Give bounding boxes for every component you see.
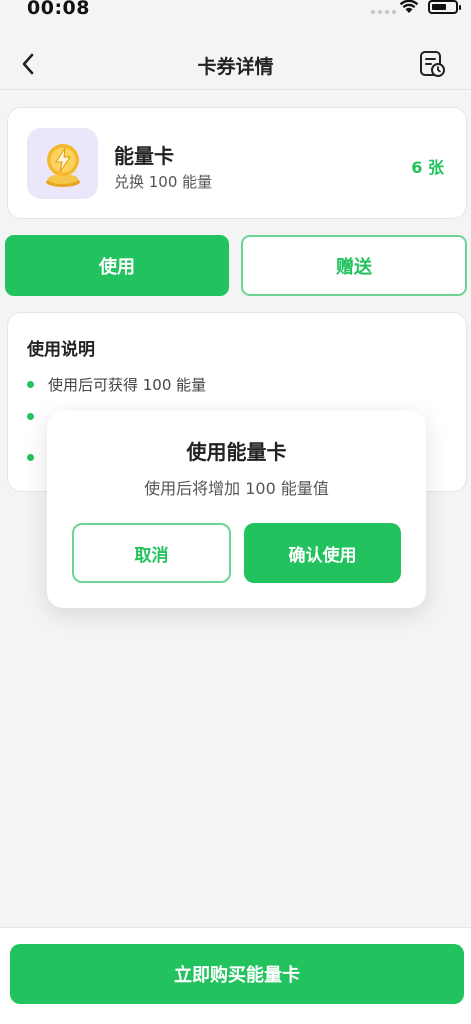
- dialog-title: 使用能量卡: [186, 440, 287, 464]
- cancel-button[interactable]: 取消: [72, 523, 231, 583]
- confirm-use-button[interactable]: 确认使用: [244, 523, 401, 583]
- use-card-dialog: 使用能量卡 使用后将增加 100 能量值 取消 确认使用: [47, 411, 426, 608]
- dialog-message: 使用后将增加 100 能量值: [144, 479, 329, 498]
- bottom-bar: 立即购买能量卡: [0, 927, 471, 1024]
- page: 00:08 卡券详情 能量卡 兑换 100 能量 6 张 使用 赠送 使用说明 …: [0, 0, 471, 1024]
- buy-energy-card-button[interactable]: 立即购买能量卡: [10, 944, 464, 1004]
